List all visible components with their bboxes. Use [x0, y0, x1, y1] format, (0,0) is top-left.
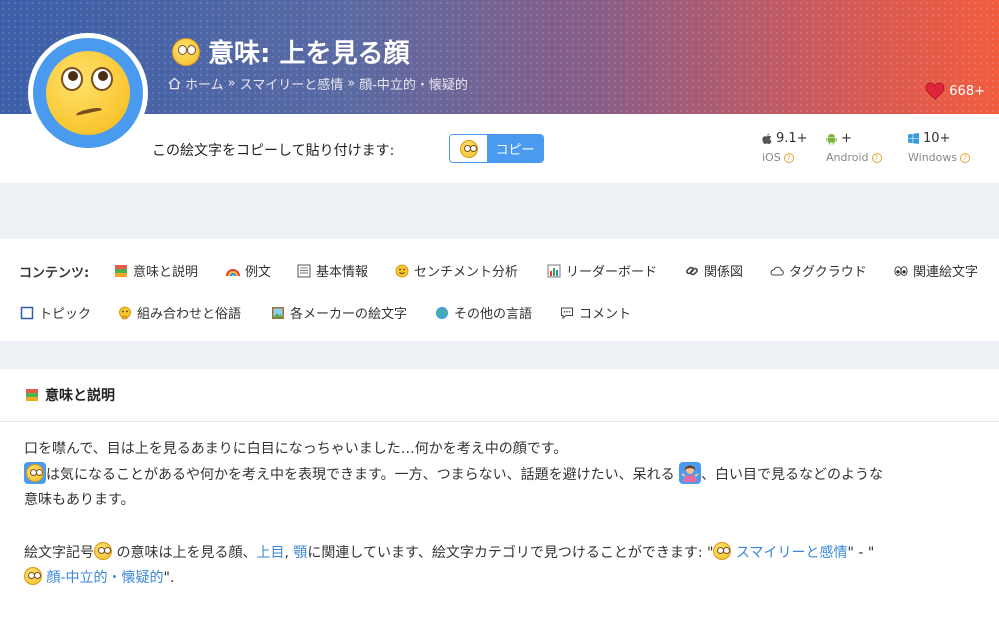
- windows-icon: [908, 133, 919, 144]
- android-label: Android: [826, 151, 869, 164]
- apple-icon: [762, 133, 772, 144]
- paragraph-line: 口を噤んで、目は上を見るあまりに白目になっちゃいました…何かを考え中の顔です。: [24, 441, 568, 457]
- bar-chart-icon: [547, 264, 561, 277]
- zipper-mouth-emoji-icon: [24, 567, 42, 585]
- newspaper-icon: [297, 264, 311, 277]
- globe-icon: [436, 306, 448, 319]
- windows-version: 10+: [923, 131, 951, 146]
- rainbow-icon: [226, 268, 240, 276]
- meaning-paragraph: 口を噤んで、目は上を見るあまりに白目になっちゃいました…何かを考え中の顔です。 …: [24, 437, 974, 513]
- category-link[interactable]: スマイリーと感情: [736, 545, 848, 561]
- breadcrumb-separator: »: [227, 76, 236, 91]
- breadcrumb-home[interactable]: ホーム: [185, 74, 224, 93]
- breadcrumb: ホーム » スマイリーと感情 » 顔-中立的・懐疑的: [168, 74, 468, 93]
- face-with-rolling-eyes-icon: [46, 51, 130, 135]
- nav-other-languages[interactable]: その他の言語: [435, 303, 532, 322]
- person-shrugging-emoji-icon: [679, 462, 702, 484]
- title-row: 意味: 上を見る顔: [172, 33, 409, 70]
- notebook-icon: [20, 306, 34, 319]
- android-icon: [826, 133, 837, 144]
- smiley-icon: [395, 264, 409, 277]
- copy-emoji-preview[interactable]: [450, 135, 487, 162]
- platform-windows: 10+ Windows?: [908, 131, 971, 164]
- nav-vendor-emoji[interactable]: 各メーカーの絵文字: [271, 303, 407, 322]
- grinning-sweat-emoji-icon: [713, 542, 732, 560]
- banner-pattern: [0, 0, 999, 114]
- ios-version: 9.1+: [776, 131, 808, 146]
- breadcrumb-category[interactable]: スマイリーと感情: [240, 74, 344, 93]
- paragraph-line: 絵文字記号 の意味は上を見る顔、上目, 顎に関連しています、絵文字カテゴリで見つ…: [24, 541, 974, 566]
- ios-label: iOS: [762, 151, 781, 164]
- framed-picture-icon: [272, 306, 284, 319]
- mouth: [75, 106, 103, 118]
- emoji-avatar: [28, 33, 148, 153]
- nav-related-emoji[interactable]: 関連絵文字: [894, 261, 978, 280]
- meaning-section: 意味と説明 口を噤んで、目は上を見るあまりに白目になっちゃいました…何かを考え中…: [0, 369, 999, 620]
- section-header: 意味と説明: [0, 369, 999, 422]
- link-icon: [686, 266, 698, 275]
- nav-topics[interactable]: トピック: [20, 303, 91, 322]
- like-count: 668+: [949, 83, 985, 99]
- paragraph-line: は気になることがあるや何かを考え中を表現できます。一方、つまらない、話題を避けた…: [24, 462, 974, 488]
- nav-leaderboard[interactable]: リーダーボード: [547, 261, 657, 280]
- platform-ios: 9.1+ iOS?: [762, 131, 808, 164]
- help-icon[interactable]: ?: [783, 152, 794, 163]
- home-icon: [168, 77, 181, 90]
- nav-basic-info[interactable]: 基本情報: [297, 261, 368, 280]
- nav-examples[interactable]: 例文: [226, 261, 271, 280]
- page-title: 意味: 上を見る顔: [208, 39, 410, 69]
- nav-relations[interactable]: 関係図: [685, 261, 743, 280]
- like-button[interactable]: 668+: [925, 82, 985, 100]
- android-version: +: [841, 131, 852, 146]
- breadcrumb-subcategory[interactable]: 顔-中立的・懐疑的: [359, 74, 468, 93]
- speech-bubble-icon: [561, 307, 573, 319]
- contents-label: コンテンツ:: [19, 266, 90, 281]
- tag-link[interactable]: 顎: [293, 545, 307, 561]
- eyes-icon: [894, 265, 908, 276]
- paragraph-line: 意味もあります。: [24, 492, 135, 508]
- category-paragraph: 絵文字記号 の意味は上を見る顔、上目, 顎に関連しています、絵文字カテゴリで見つ…: [24, 541, 974, 591]
- help-icon[interactable]: ?: [960, 152, 971, 163]
- copy-prompt: この絵文字をコピーして貼り付けます:: [152, 143, 395, 159]
- copy-widget[interactable]: コピー: [449, 134, 544, 163]
- platform-android: + Android?: [826, 131, 882, 164]
- left-eye: [61, 67, 83, 91]
- avatar-background: [33, 38, 143, 148]
- contents-nav: コンテンツ: 意味と説明 例文 基本情報 センチメント分析 リーダーボード 関係…: [0, 239, 999, 341]
- books-icon: [115, 264, 127, 277]
- emoji-preview-icon: [459, 139, 478, 158]
- breadcrumb-separator: »: [347, 76, 356, 91]
- thinking-face-icon: [119, 306, 131, 319]
- heart-icon: [925, 82, 945, 100]
- help-icon[interactable]: ?: [871, 152, 882, 163]
- books-icon: [26, 389, 38, 401]
- nav-comments[interactable]: コメント: [560, 303, 631, 322]
- subcategory-link[interactable]: 顔-中立的・懐疑的: [46, 570, 163, 586]
- rolling-eyes-emoji-icon: [24, 462, 46, 484]
- right-eye: [91, 67, 113, 91]
- section-title: 意味と説明: [45, 388, 115, 404]
- nav-tag-cloud[interactable]: タグクラウド: [770, 261, 867, 280]
- title-emoji-icon: [172, 37, 200, 66]
- paragraph-line: 顔-中立的・懐疑的".: [24, 566, 974, 591]
- cloud-icon: [770, 266, 784, 275]
- rolling-eyes-emoji-icon: [94, 542, 112, 560]
- nav-sentiment[interactable]: センチメント分析: [395, 261, 518, 280]
- copy-bar: この絵文字をコピーして貼り付けます: コピー 9.1+ iOS? + Andro…: [0, 114, 999, 183]
- nav-meaning[interactable]: 意味と説明: [114, 261, 198, 280]
- tag-link[interactable]: 上目: [256, 545, 284, 561]
- copy-button[interactable]: コピー: [487, 135, 543, 162]
- windows-label: Windows: [908, 151, 958, 164]
- nav-combinations[interactable]: 組み合わせと俗語: [118, 303, 241, 322]
- header-banner: [0, 0, 999, 114]
